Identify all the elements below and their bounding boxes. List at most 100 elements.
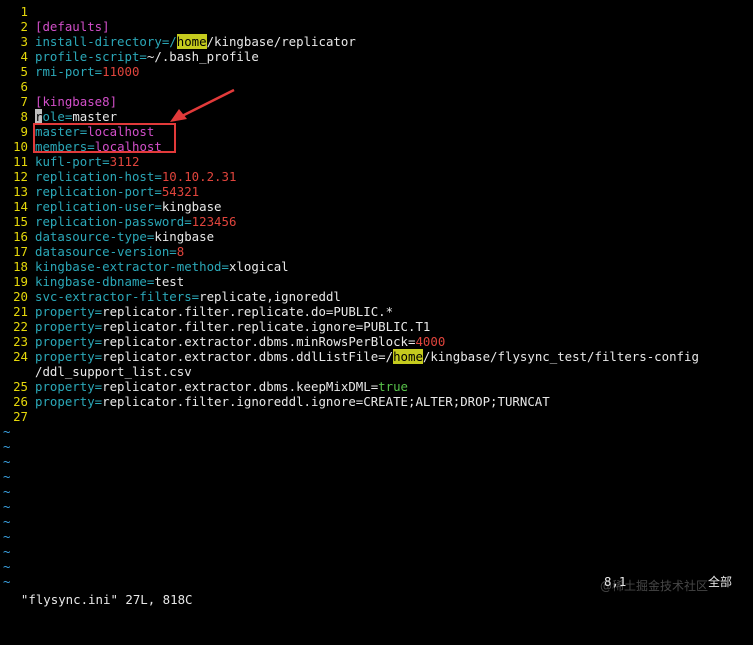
line-number: 9: [20, 124, 28, 139]
editor-line[interactable]: 19 kingbase-dbname=test: [0, 274, 753, 289]
line-text: [kingbase8]: [35, 94, 118, 109]
editor-line[interactable]: 26 property=replicator.filter.ignoreddl.i…: [0, 394, 753, 409]
editor-line[interactable]: 18 kingbase-extractor-method=xlogical: [0, 259, 753, 274]
editor-line[interactable]: 8 role=master: [0, 109, 753, 124]
editor-buffer[interactable]: 1 2 [defaults] 3 install-directory=/home/kin…: [0, 4, 753, 589]
line-number: 18: [13, 259, 28, 274]
editor-line[interactable]: 14 replication-user=kingbase: [0, 199, 753, 214]
line-number: 7: [20, 94, 28, 109]
line-text: kingbase: [161, 199, 222, 214]
line-number: 4: [20, 49, 28, 64]
editor-line[interactable]: 15 replication-password=123456: [0, 214, 753, 229]
line-text: replicator.extractor.dbms.keepMixDML=: [102, 379, 379, 394]
line-text: replicator.filter.replicate.ignore=PUBLI…: [102, 319, 431, 334]
line-text: property=: [35, 349, 103, 364]
editor-line[interactable]: 1: [0, 4, 753, 19]
line-number: 14: [13, 199, 28, 214]
line-number: 17: [13, 244, 28, 259]
line-text: property=: [35, 379, 103, 394]
line-text: /kingbase/flysync_test/filters-config: [422, 349, 699, 364]
line-number: 11: [13, 154, 28, 169]
line-number: 6: [20, 79, 28, 94]
file-info: "flysync.ini" 27L, 818C: [20, 592, 193, 607]
line-text: /: [169, 34, 177, 49]
editor-line[interactable]: 7 [kingbase8]: [0, 94, 753, 109]
line-text: 10.10.2.31: [161, 169, 237, 184]
line-text: property=: [35, 319, 103, 334]
editor-line[interactable]: /ddl_support_list.csv: [0, 364, 753, 379]
view-indicator: 全部: [708, 575, 733, 589]
line-number: 1: [20, 4, 28, 19]
editor-line[interactable]: 5 rmi-port=11000: [0, 64, 753, 79]
editor-line[interactable]: 24 property=replicator.extractor.dbms.ddl…: [0, 349, 753, 364]
empty-line-marker: ~: [3, 514, 11, 529]
empty-line-marker: ~: [3, 454, 11, 469]
line-text: 3112: [109, 154, 140, 169]
empty-line-marker: ~: [3, 499, 11, 514]
line-text: ole=: [42, 109, 73, 124]
editor-line[interactable]: 21 property=replicator.filter.replicate.d…: [0, 304, 753, 319]
editor-line[interactable]: 4 profile-script=~/.bash_profile: [0, 49, 753, 64]
line-number: 8: [20, 109, 28, 124]
line-text: svc-extractor-filters=: [35, 289, 200, 304]
empty-line-marker: ~: [3, 559, 11, 574]
line-text: property=: [35, 334, 103, 349]
line-text: /kingbase/replicator: [206, 34, 356, 49]
editor-line[interactable]: 12 replication-host=10.10.2.31: [0, 169, 753, 184]
line-number: 15: [13, 214, 28, 229]
line-text: kingbase-extractor-method=: [35, 259, 229, 274]
line-text: xlogical: [228, 259, 289, 274]
editor-line[interactable]: 2 [defaults]: [0, 19, 753, 34]
line-text: 4000: [415, 334, 446, 349]
line-number: 25: [13, 379, 28, 394]
annotation-box: [33, 123, 176, 153]
empty-line-marker: ~: [3, 484, 11, 499]
line-text: replicator.extractor.dbms.minRowsPerBloc…: [102, 334, 416, 349]
line-text: 123456: [191, 214, 237, 229]
line-text: home: [176, 34, 207, 49]
editor-line[interactable]: 16 datasource-type=kingbase: [0, 229, 753, 244]
line-text: replication-user=: [35, 199, 162, 214]
editor-line[interactable]: 13 replication-port=54321: [0, 184, 753, 199]
editor-line[interactable]: 25 property=replicator.extractor.dbms.kee…: [0, 379, 753, 394]
line-number: 22: [13, 319, 28, 334]
line-text: kingbase-dbname=: [35, 274, 155, 289]
line-text: 11000: [102, 64, 140, 79]
line-text: home: [393, 349, 423, 364]
line-text: replicate,ignoreddl: [199, 289, 341, 304]
line-text: property=: [35, 304, 103, 319]
line-number: 5: [20, 64, 28, 79]
line-number: 19: [13, 274, 28, 289]
line-number: 23: [13, 334, 28, 349]
line-text: profile-script=: [35, 49, 147, 64]
line-number: 16: [13, 229, 28, 244]
editor-line[interactable]: 23 property=replicator.extractor.dbms.min…: [0, 334, 753, 349]
line-text: [defaults]: [35, 19, 110, 34]
line-number: 20: [13, 289, 28, 304]
line-text: ~/.bash_profile: [146, 49, 259, 64]
editor-line[interactable]: 22 property=replicator.filter.replicate.i…: [0, 319, 753, 334]
line-number: 26: [13, 394, 28, 409]
line-text: replicator.filter.ignoreddl.ignore=CREAT…: [102, 394, 550, 409]
line-text: replicator.extractor.dbms.ddlListFile=/: [102, 349, 394, 364]
line-text: datasource-type=: [35, 229, 155, 244]
line-text: replication-host=: [35, 169, 162, 184]
empty-line-marker: ~: [3, 424, 11, 439]
editor-line[interactable]: 6: [0, 79, 753, 94]
line-number: 3: [20, 34, 28, 49]
annotation-arrow-icon: [170, 88, 235, 122]
empty-line-marker: ~: [3, 544, 11, 559]
line-number: 10: [13, 139, 28, 154]
empty-line-marker: ~: [3, 529, 11, 544]
line-text: true: [378, 379, 408, 394]
line-number: 12: [13, 169, 28, 184]
editor-line[interactable]: 3 install-directory=/home/kingbase/replic…: [0, 34, 753, 49]
editor-line[interactable]: 17 datasource-version=8: [0, 244, 753, 259]
line-text: property=: [35, 394, 103, 409]
line-number: 21: [13, 304, 28, 319]
editor-line[interactable]: 11 kufl-port=3112: [0, 154, 753, 169]
line-number: 13: [13, 184, 28, 199]
editor-line[interactable]: 27: [0, 409, 753, 424]
editor-line[interactable]: 20 svc-extractor-filters=replicate,ignore…: [0, 289, 753, 304]
line-text: test: [154, 274, 185, 289]
